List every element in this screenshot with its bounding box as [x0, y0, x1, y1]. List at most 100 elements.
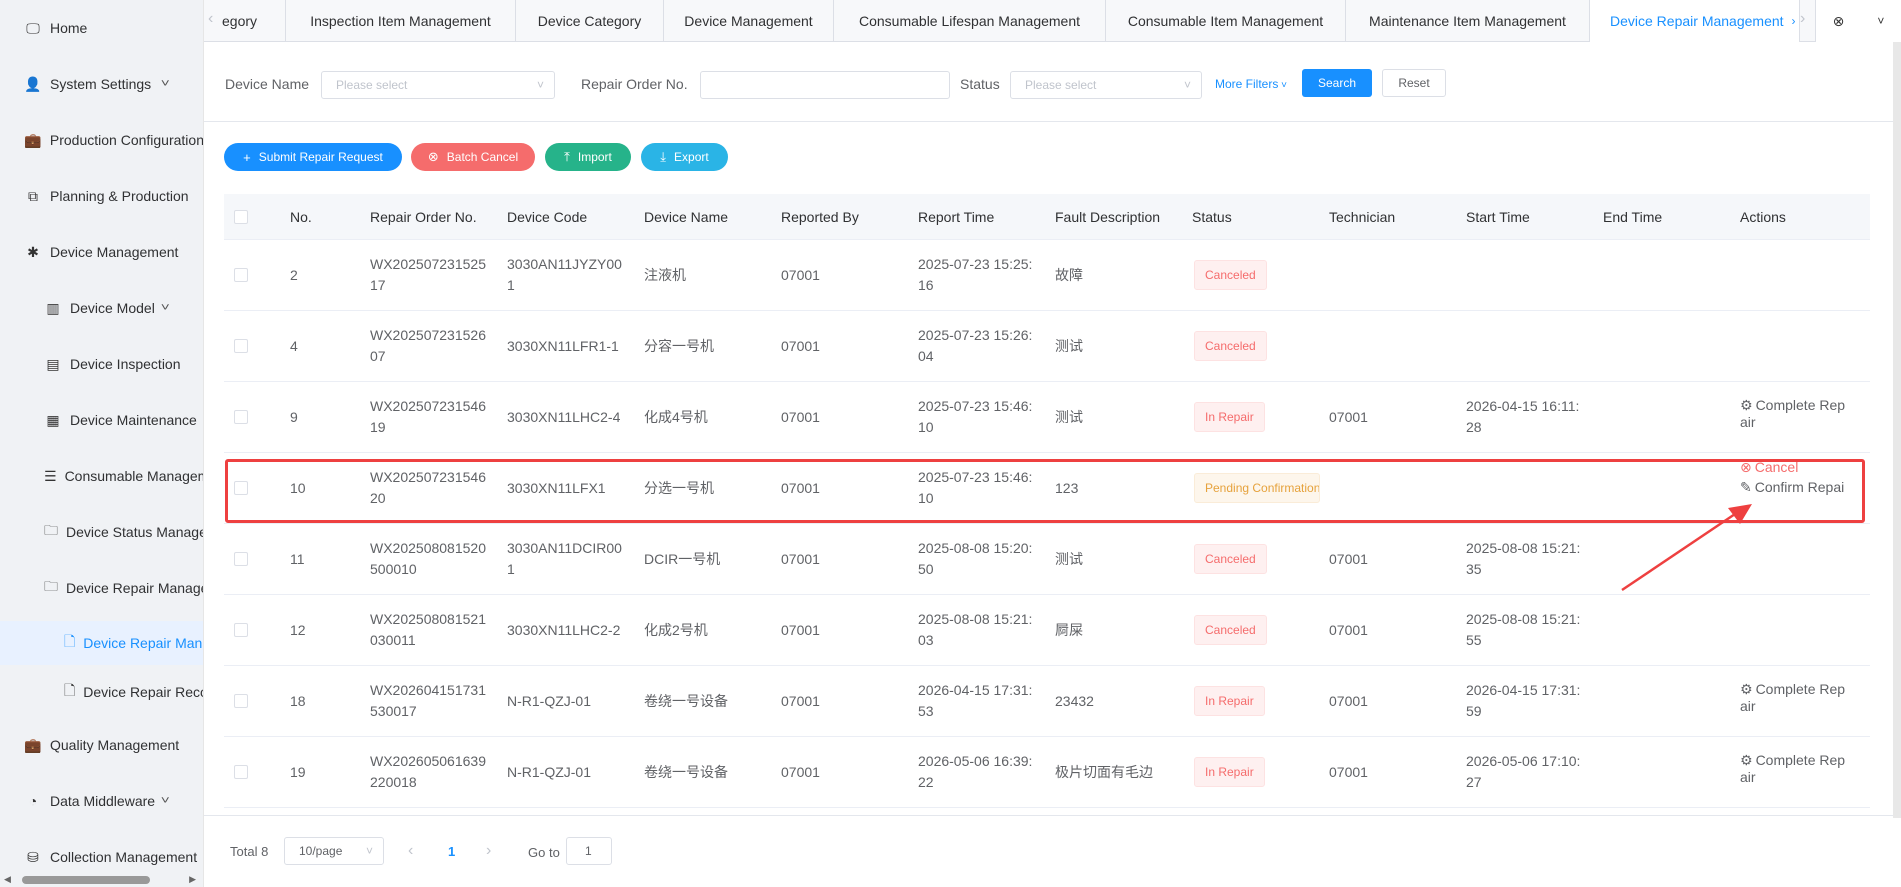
export-button[interactable]: ⤓ Export: [641, 143, 728, 171]
next-page-icon[interactable]: ›: [486, 842, 491, 860]
submit-repair-request-button[interactable]: + Submit Repair Request: [224, 143, 402, 171]
row-device-code: 3030XN11LHC2-4: [507, 407, 620, 428]
row-device-code: N-R1-QZJ-01: [507, 691, 591, 712]
reset-button[interactable]: Reset: [1382, 69, 1446, 97]
sidebar-item-device-maintenance[interactable]: ▦ Device Maintenance: [0, 400, 203, 440]
row-checkbox[interactable]: [234, 623, 248, 637]
table-row[interactable]: 2 WX202507231525 17 3030AN11JYZY00 1 注液机 07001…: [224, 240, 1870, 311]
close-all-icon[interactable]: ⊗: [1833, 13, 1845, 30]
scroll-left-icon[interactable]: ◀: [4, 874, 11, 885]
tab-scroll-left-icon[interactable]: ‹: [208, 10, 213, 28]
sidebar-item-device-inspection[interactable]: ▤ Device Inspection: [0, 344, 203, 384]
col-reported-by[interactable]: Reported By: [781, 194, 859, 240]
sidebar-item-planning-production[interactable]: ⧉ Planning & Production: [0, 176, 203, 216]
sidebar-item-consumable-management[interactable]: ☰Consumable Management: [0, 456, 203, 496]
complete-repair-link[interactable]: ⚙ Complete Rep air: [1740, 397, 1852, 431]
row-reported-by: 07001: [781, 267, 820, 283]
tab-close-icon[interactable]: ›: [1792, 14, 1796, 28]
page-number-current[interactable]: 1: [448, 844, 455, 859]
sidebar-item-device-status-management[interactable]: 🗀Device Status Management: [0, 512, 203, 552]
sidebar-item-data-middleware[interactable]: ◔ Data Middleware ˅: [0, 781, 203, 821]
tab-consumable-lifespan-management[interactable]: Consumable Lifespan Management: [834, 0, 1106, 42]
col-device-name[interactable]: Device Name: [644, 194, 728, 240]
sidebar-item-device-model[interactable]: ▥ Device Model ˅: [0, 288, 203, 328]
goto-page-input[interactable]: 1: [566, 837, 612, 865]
footer-divider: [204, 815, 1894, 816]
sidebar-item-quality-management[interactable]: 💼 Quality Management: [0, 725, 203, 765]
filter-bar: Device Name Please select ˅ Repair Order…: [204, 42, 1901, 122]
sidebar-item-production-configuration[interactable]: 💼 Production Configuration: [0, 120, 203, 160]
tab-maintenance-item-management[interactable]: Maintenance Item Management: [1346, 0, 1590, 42]
import-button[interactable]: ⤒ Import: [545, 143, 631, 171]
scrollbar-thumb[interactable]: [22, 876, 150, 884]
row-actions: ⚙ Complete Rep air: [1740, 397, 1852, 431]
tab-consumable-item-management[interactable]: Consumable Item Management: [1106, 0, 1346, 42]
row-report-time-line2: 22: [918, 774, 934, 790]
col-status[interactable]: Status: [1192, 194, 1232, 240]
tab-scroll-right-icon[interactable]: ›: [1800, 10, 1805, 28]
tab-category[interactable]: egory: [222, 0, 286, 42]
col-report-time[interactable]: Report Time: [918, 194, 994, 240]
sidebar-item-collection-management[interactable]: ⛁ Collection Management: [0, 837, 203, 877]
sidebar-horizontal-scrollbar[interactable]: ◀ ▶: [0, 873, 203, 887]
row-device-code-line1: N-R1-QZJ-01: [507, 764, 592, 780]
complete-repair-link[interactable]: ⚙ Complete Rep air: [1740, 752, 1852, 786]
confirm-repair-link[interactable]: ✎ Confirm Repai: [1740, 477, 1852, 497]
row-start-time-line1: 2025-08-08 15:21:: [1466, 611, 1581, 627]
row-checkbox[interactable]: [234, 481, 248, 495]
row-checkbox[interactable]: [234, 694, 248, 708]
sidebar-item-device-repair-management-page[interactable]: 🗋Device Repair Management: [0, 621, 203, 665]
row-checkbox[interactable]: [234, 765, 248, 779]
vertical-scrollbar[interactable]: [1893, 42, 1901, 818]
scroll-right-icon[interactable]: ▶: [189, 874, 196, 885]
repair-order-no-input[interactable]: [700, 71, 950, 99]
batch-cancel-button[interactable]: ⊗ Batch Cancel: [411, 143, 535, 171]
row-checkbox[interactable]: [234, 410, 248, 424]
complete-repair-link[interactable]: ⚙ Complete Rep air: [1740, 681, 1852, 715]
device-name-select[interactable]: Please select ˅: [321, 71, 555, 99]
row-repair-order-no-line2: 530017: [370, 703, 417, 719]
cancel-link[interactable]: ⊗ Cancel: [1740, 457, 1852, 477]
tab-device-management[interactable]: Device Management: [664, 0, 834, 42]
chevron-down-icon[interactable]: ˅: [1877, 14, 1884, 28]
row-checkbox[interactable]: [234, 552, 248, 566]
more-filters-link[interactable]: More Filters ˅: [1215, 77, 1287, 91]
col-no[interactable]: No.: [290, 194, 312, 240]
sidebar-item-device-repair-management[interactable]: 🗀Device Repair Management: [0, 568, 203, 608]
col-device-code[interactable]: Device Code: [507, 194, 587, 240]
sidebar-item-device-repair-records[interactable]: 🗋Device Repair Records: [0, 672, 203, 712]
tab-device-category[interactable]: Device Category: [516, 0, 664, 42]
columns-icon: ▥: [46, 299, 60, 316]
col-repair-order-no[interactable]: Repair Order No.: [370, 194, 477, 240]
row-checkbox[interactable]: [234, 268, 248, 282]
table-row[interactable]: 18 WX202604151731 530017 N-R1-QZJ-01 卷绕一号设备 0…: [224, 666, 1870, 737]
tab-inspection-item-management[interactable]: Inspection Item Management: [286, 0, 516, 42]
row-repair-order-no-line2: 07: [370, 348, 386, 364]
gear-icon: ⚙: [1740, 397, 1753, 413]
row-device-code-line1: 3030XN11LFR1-1: [507, 338, 619, 354]
search-button[interactable]: Search: [1302, 69, 1372, 97]
table-row[interactable]: 9 WX202507231546 19 3030XN11LHC2-4 化成4号机 0700…: [224, 382, 1870, 453]
col-end-time[interactable]: End Time: [1603, 194, 1662, 240]
tab-device-repair-management[interactable]: Device Repair Management ›: [1590, 0, 1800, 42]
select-all-checkbox[interactable]: [234, 210, 248, 224]
col-technician[interactable]: Technician: [1329, 194, 1395, 240]
sidebar-item-system-settings[interactable]: 👤 System Settings ˅: [0, 64, 203, 104]
table-row[interactable]: 4 WX202507231526 07 3030XN11LFR1-1 分容一号机 0700…: [224, 311, 1870, 382]
row-repair-order-no: WX202507231546 19: [370, 396, 486, 438]
table-row[interactable]: 12 WX202508081521 030011 3030XN11LHC2-2 化成2号…: [224, 595, 1870, 666]
row-reported-by: 07001: [781, 338, 820, 354]
col-fault-description[interactable]: Fault Description: [1055, 194, 1160, 240]
table-row[interactable]: 19 WX202605061639 220018 N-R1-QZJ-01 卷绕一号设备 0…: [224, 737, 1870, 808]
page-size-select[interactable]: 10/page ˅: [284, 837, 384, 865]
row-checkbox[interactable]: [234, 339, 248, 353]
sidebar-item-home[interactable]: 🖵 Home: [0, 8, 203, 48]
list-icon: ☰: [44, 467, 57, 484]
col-start-time[interactable]: Start Time: [1466, 194, 1530, 240]
row-report-time: 2025-08-08 15:21: 03: [918, 609, 1032, 651]
status-select[interactable]: Please select ˅: [1010, 71, 1202, 99]
sidebar-item-device-management[interactable]: ✱ Device Management: [0, 232, 203, 272]
prev-page-icon[interactable]: ‹: [408, 842, 413, 860]
app-root: 🖵 Home 👤 System Settings ˅ 💼 Production Con…: [0, 0, 1901, 887]
row-repair-order-no-line2: 17: [370, 277, 386, 293]
